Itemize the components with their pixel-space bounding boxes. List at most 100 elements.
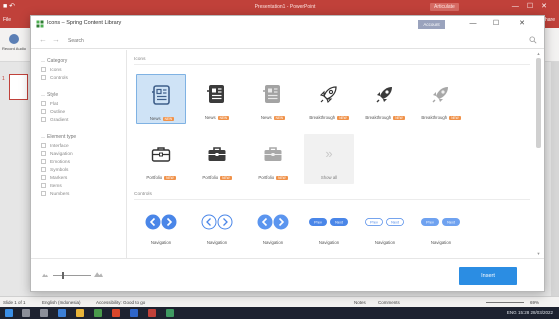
icon-tile-portfolio-gradient[interactable]: Portfolio NEW [248, 134, 298, 184]
edge-icon[interactable] [58, 309, 66, 317]
powerpoint-account[interactable]: Articulate [430, 3, 459, 11]
filter-symbols[interactable]: Symbols [41, 167, 68, 174]
account-button[interactable]: Account [418, 20, 445, 29]
slide-thumbnail[interactable] [9, 74, 28, 100]
section-divider [134, 64, 530, 65]
filter-icons[interactable]: Icons [41, 67, 61, 74]
scroll-down-icon[interactable]: ▼ [535, 251, 542, 256]
control-tile-navigation-pill-outline[interactable]: Prev Next Navigation [360, 208, 410, 258]
icon-tile-news-gradient[interactable]: News NEW [248, 74, 298, 124]
minimize-icon[interactable]: — [466, 18, 480, 30]
new-badge: NEW [393, 115, 405, 121]
filter-flat[interactable]: Flat [41, 101, 58, 108]
svg-text:Next: Next [335, 221, 344, 225]
search-icon[interactable] [529, 36, 537, 44]
filter-items[interactable]: Items [41, 183, 62, 190]
filter-navigation[interactable]: Navigation [41, 151, 73, 158]
powerpoint-title: Presentation1 - PowerPoint [254, 4, 316, 10]
forward-arrow-icon[interactable]: → [51, 35, 61, 45]
new-badge: NEW [276, 175, 288, 181]
status-slide: Slide 1 of 1 [3, 300, 26, 305]
chrome-icon[interactable] [112, 309, 120, 317]
back-arrow-icon[interactable]: ← [38, 35, 48, 45]
filter-interface[interactable]: Interface [41, 143, 69, 150]
show-all-tile[interactable]: » Show all [304, 134, 354, 184]
prev-next-arrows-icon [257, 214, 289, 230]
zoom-level[interactable]: 69% [530, 300, 539, 305]
icon-tile-breakthrough-gradient[interactable]: Breakthrough NEW [416, 74, 466, 124]
search-input[interactable] [68, 36, 528, 46]
double-chevron-right-icon: » [325, 146, 333, 161]
windows-start-icon[interactable] [5, 309, 13, 317]
gallery: Icons News NEW News NEW News NEW Breakth… [128, 50, 544, 258]
close-icon[interactable]: ✕ [515, 18, 529, 30]
zoom-slider[interactable] [486, 302, 524, 303]
new-badge: NEW [162, 116, 175, 122]
prev-next-buttons-icon: Prev Next [365, 218, 404, 226]
section-title-icons: Icons [134, 57, 146, 62]
control-tile-navigation-circle-gradient[interactable]: Navigation [248, 208, 298, 258]
status-accessibility[interactable]: Accessibility: Good to go [96, 300, 145, 305]
system-tray[interactable]: ENG 15:28 28/03/2022 [507, 310, 553, 315]
icon-tile-portfolio-filled[interactable]: Portfolio NEW [192, 134, 242, 184]
filter-heading-element-type[interactable]: — Element type [41, 134, 76, 140]
new-badge: NEW [337, 115, 349, 121]
filter-gradient[interactable]: Gradient [41, 117, 68, 124]
new-badge: NEW [217, 115, 230, 121]
new-badge: NEW [164, 175, 176, 181]
powerpoint-scrollbar[interactable] [551, 62, 559, 296]
filter-outline[interactable]: Outline [41, 109, 65, 116]
search-taskbar-icon[interactable] [22, 309, 30, 317]
notes-button[interactable]: Notes [354, 300, 366, 305]
quick-access-icons[interactable]: ■ ↶ [3, 2, 15, 10]
new-badge: NEW [220, 175, 232, 181]
icon-tile-breakthrough-outline[interactable]: Breakthrough NEW [304, 74, 354, 124]
dialog-titlebar: Icons – Spring Content Library Account —… [31, 16, 544, 32]
task-view-icon[interactable] [40, 309, 48, 317]
tile-label: Portfolio [258, 175, 275, 180]
word-icon[interactable] [130, 309, 138, 317]
window-controls[interactable]: —☐✕ [512, 2, 555, 10]
control-tile-navigation-circle-filled[interactable]: Navigation [136, 208, 186, 258]
gallery-scrollbar[interactable]: ▲ ▼ [535, 51, 542, 257]
filter-controls[interactable]: Controls [41, 75, 68, 82]
icon-tile-news-filled[interactable]: News NEW [192, 74, 242, 124]
filter-heading-style[interactable]: — Style [41, 92, 58, 98]
prev-next-buttons-icon: Prev Next [309, 218, 348, 226]
scroll-up-icon[interactable]: ▲ [535, 51, 542, 56]
section-title-controls: Controls [134, 192, 152, 197]
svg-text:Prev: Prev [314, 221, 322, 225]
record-audio-button[interactable]: Record Audio [2, 34, 26, 51]
excel-icon[interactable] [94, 309, 102, 317]
file-tab[interactable]: File [3, 17, 11, 23]
content-library-dialog: Icons – Spring Content Library Account —… [30, 15, 545, 292]
tile-label: News [149, 116, 161, 121]
file-explorer-icon[interactable] [76, 309, 84, 317]
control-tile-navigation-pill-filled[interactable]: Prev Next Navigation [304, 208, 354, 258]
control-tile-navigation-circle-outline[interactable]: Navigation [192, 208, 242, 258]
insert-button[interactable]: Insert [459, 267, 517, 285]
icon-tile-news-dark-selected[interactable]: News NEW [136, 74, 186, 124]
control-tile-navigation-pill-gradient[interactable]: Prev Next Navigation [416, 208, 466, 258]
spring-icon[interactable] [166, 309, 174, 317]
tile-label: Navigation [150, 240, 172, 245]
icon-tile-portfolio-outline[interactable]: Portfolio NEW [136, 134, 186, 184]
rocket-icon [376, 87, 392, 103]
comments-button[interactable]: Comments [378, 300, 400, 305]
thumbnail-size-slider[interactable] [53, 275, 91, 276]
filter-markers[interactable]: Markers [41, 175, 67, 182]
filter-heading-category[interactable]: — Category [41, 58, 67, 64]
scrollbar-thumb[interactable] [536, 58, 541, 148]
rocket-icon [319, 86, 337, 104]
status-language[interactable]: English (Indonesia) [42, 300, 81, 305]
powerpoint-taskbar-icon[interactable] [148, 309, 156, 317]
filter-emotions[interactable]: Emotions [41, 159, 70, 166]
icon-tile-breakthrough-filled[interactable]: Breakthrough NEW [360, 74, 410, 124]
slide-number: 1 [2, 76, 5, 82]
tile-label: Breakthrough [365, 115, 392, 120]
maximize-icon[interactable]: ☐ [489, 18, 503, 30]
filter-numbers[interactable]: Numbers [41, 191, 69, 198]
slider-handle[interactable] [62, 272, 64, 279]
svg-text:Next: Next [391, 221, 400, 225]
prev-next-arrows-icon [145, 214, 177, 230]
